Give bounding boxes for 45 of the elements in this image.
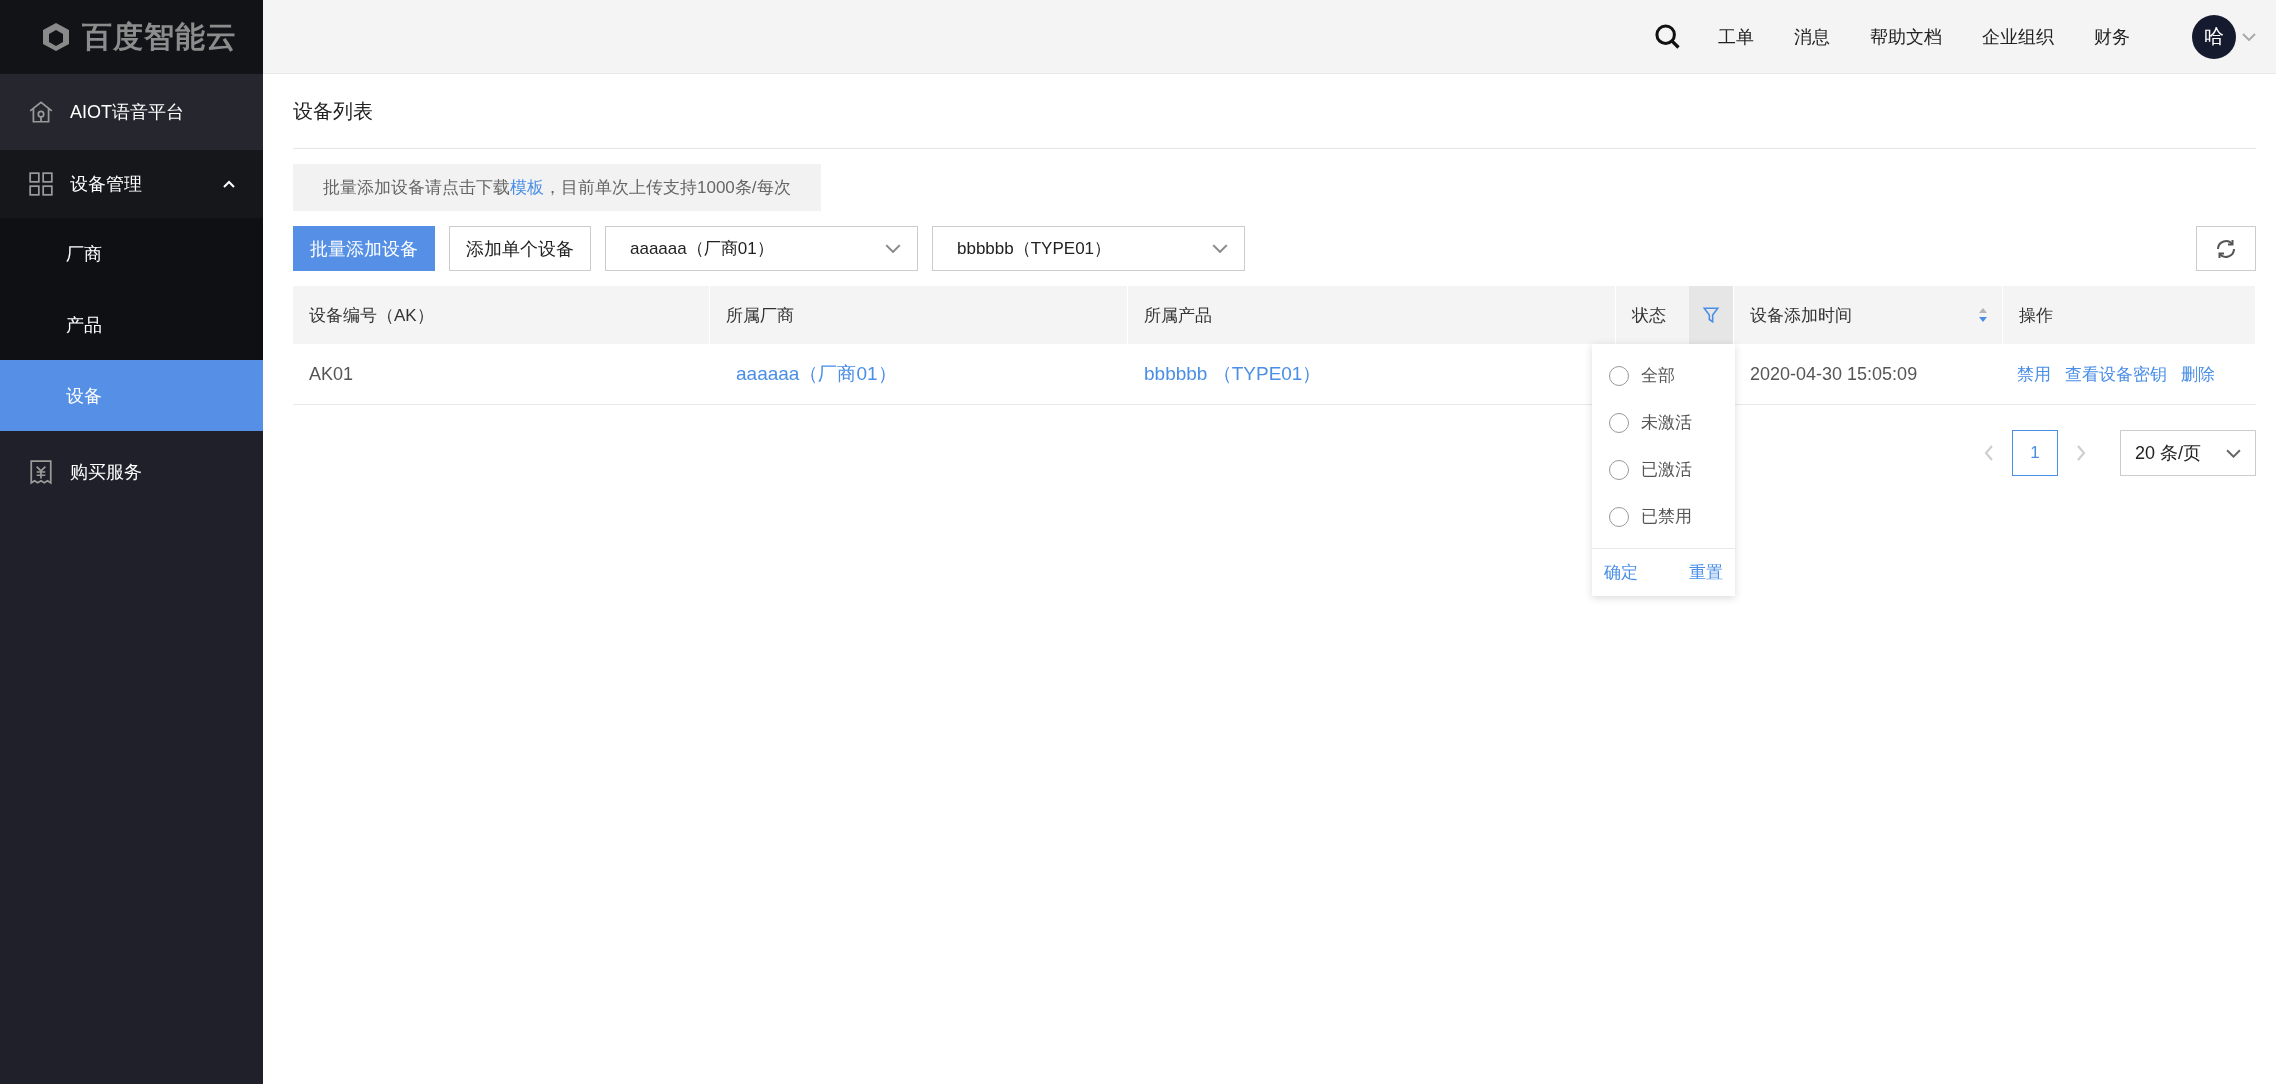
header-nav-link[interactable]: 财务 [2094,24,2130,49]
chevron-down-icon [1212,244,1228,253]
sidebar-item[interactable]: 购买服务 [0,435,263,509]
notice-banner: 批量添加设备请点击下载模板，目前单次上传支持1000条/每次 [293,164,821,211]
column-header: 设备添加时间 [1734,286,2003,344]
column-header: 操作 [2003,286,2256,344]
header-nav-link[interactable]: 企业组织 [1982,24,2054,49]
table-cell: 2020-04-30 15:05:09 [1750,363,1918,385]
chevron-down-icon [885,244,901,253]
page-size-select[interactable]: 20 条/页 [2120,430,2256,476]
sidebar-subitem[interactable]: 产品 [0,289,263,360]
grid-icon [28,171,54,197]
hexagon-logo-icon [40,21,72,53]
action-link[interactable]: 删除 [2181,362,2215,386]
chevron-down-icon [2226,448,2241,458]
header-nav-link[interactable]: 帮助文档 [1870,24,1942,49]
radio-option[interactable]: 已禁用 [1592,493,1735,540]
funnel-icon [1702,306,1720,324]
column-header: 设备编号（AK） [293,286,710,344]
refresh-button[interactable] [2196,226,2256,271]
radio-option[interactable]: 未激活 [1592,399,1735,446]
sidebar-item[interactable]: AIOT语音平台 [0,74,263,150]
add-button[interactable]: 添加单个设备 [449,226,591,271]
user-avatar[interactable]: 哈 [2192,14,2236,59]
column-header: 状态 [1616,286,1734,344]
brand-name: 百度智能云 [82,18,237,55]
header-nav-link[interactable]: 消息 [1794,24,1830,49]
radio-option[interactable]: 已激活 [1592,446,1735,493]
chevron-left-icon[interactable] [1984,444,1994,462]
chevron-down-icon[interactable] [2242,32,2256,41]
filter-button[interactable] [1689,286,1733,344]
chevron-right-icon[interactable] [2076,444,2086,462]
dropdown-select[interactable]: bbbbbb（TYPE01） [932,226,1245,271]
page-title: 设备列表 [293,98,374,124]
sort-icon[interactable] [1978,307,1988,323]
sidebar-subitem[interactable]: 厂商 [0,218,263,289]
column-header: 所属厂商 [710,286,1128,344]
search-icon[interactable] [1654,22,1682,51]
receipt-icon [28,459,54,485]
radio-option[interactable]: 全部 [1592,352,1735,399]
table-cell: AK01 [309,363,354,385]
header-nav-link[interactable]: 工单 [1718,24,1754,49]
house-icon [28,99,54,125]
sidebar-item[interactable]: 设备管理 [0,150,263,218]
dropdown-select[interactable]: aaaaaa（厂商01） [605,226,918,271]
